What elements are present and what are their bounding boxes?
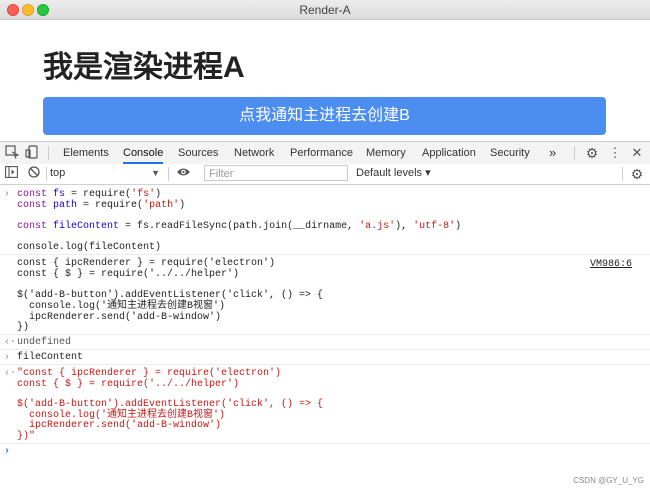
log-line: ipcRenderer.send('add-B-window') [17,312,222,323]
context-selector[interactable]: top ▼ [50,166,162,181]
code-line: const fs = require('fs') [17,189,162,200]
code-line: const fileContent = fs.readFileSync(path… [17,221,462,232]
tab-sources[interactable]: Sources [178,142,218,164]
log-line: const { $ } = require('../../helper') [17,269,240,280]
app-content: 我是渲染进程A 点我通知主进程去创建B [0,20,650,142]
window-titlebar: Render-A [0,0,650,20]
code-line: fileContent [17,352,84,363]
input-chevron-icon: › [4,189,11,200]
log-levels-dropdown[interactable]: Default levels ▾ [356,166,431,181]
prompt-chevron-icon: › [4,446,11,457]
console-result-entry: ‹· undefined [0,335,650,350]
toolbar-divider [46,167,47,181]
toolbar-divider [48,146,49,160]
close-devtools-icon[interactable]: ✕ [629,145,645,161]
context-value: top [50,167,66,179]
dropdown-arrow-icon: ▼ [151,168,160,178]
result-arrow-icon: ‹· [4,368,17,379]
console-input-entry: › fileContent [0,350,650,365]
result-arrow-icon: ‹· [4,337,17,348]
toolbar-divider [574,146,575,160]
console-settings-gear-icon[interactable]: ⚙ [629,166,645,182]
result-string-line: ipcRenderer.send('add-B-window') [17,420,222,431]
page-heading: 我是渲染进程A [43,51,245,84]
device-toolbar-icon[interactable] [24,145,40,161]
tab-performance[interactable]: Performance [290,142,353,164]
tab-security[interactable]: Security [490,142,530,164]
log-line: console.log('通知主进程去创建B视窗') [17,301,226,312]
tab-elements[interactable]: Elements [63,142,109,164]
log-source-link[interactable]: VM986:6 [590,259,632,270]
tab-application[interactable]: Application [422,142,476,164]
console-output: › const fs = require('fs') const path = … [0,185,650,490]
devtools-tabbar: Elements Console Sources Network Perform… [0,141,650,165]
code-line: console.log(fileContent) [17,242,162,253]
notify-main-process-button[interactable]: 点我通知主进程去创建B [43,97,606,135]
result-string-line: })" [17,431,36,442]
more-options-icon[interactable]: ⋮ [607,145,623,161]
console-log-entry: const { ipcRenderer } = require('electro… [0,255,650,335]
show-sidebar-icon[interactable] [3,166,19,182]
console-toolbar: top ▼ Filter Default levels ▾ ⚙ [0,164,650,185]
inspect-element-icon[interactable] [4,145,20,161]
tab-memory[interactable]: Memory [366,142,406,164]
code-line: const path = require('path') [17,200,186,211]
clear-console-icon[interactable] [26,166,42,182]
console-filter-input[interactable]: Filter [204,165,348,181]
toolbar-divider [168,167,169,181]
log-line: $('add-B-button').addEventListener('clic… [17,290,324,301]
tab-network[interactable]: Network [234,142,274,164]
toolbar-divider [622,167,623,181]
console-input-entry: › const fs = require('fs') const path = … [0,185,650,255]
result-string-line: "const { ipcRenderer } = require('electr… [17,368,282,379]
settings-gear-icon[interactable]: ⚙ [584,145,600,161]
result-value: undefined [17,337,72,348]
console-result-entry: ‹· "const { ipcRenderer } = require('ele… [0,365,650,444]
log-line: const { ipcRenderer } = require('electro… [17,258,276,269]
more-tabs-icon[interactable]: » [549,142,556,164]
result-string-line: const { $ } = require('../../helper') [17,379,240,390]
result-string-line: $('add-B-button').addEventListener('clic… [17,399,324,410]
log-line: }) [17,322,30,333]
tab-console[interactable]: Console [123,142,164,164]
live-expression-eye-icon[interactable] [175,166,191,182]
console-prompt[interactable]: › [0,444,650,458]
watermark: CSDN @GY_U_YG [573,476,644,485]
window-title: Render-A [299,3,351,17]
input-chevron-icon: › [4,352,11,363]
